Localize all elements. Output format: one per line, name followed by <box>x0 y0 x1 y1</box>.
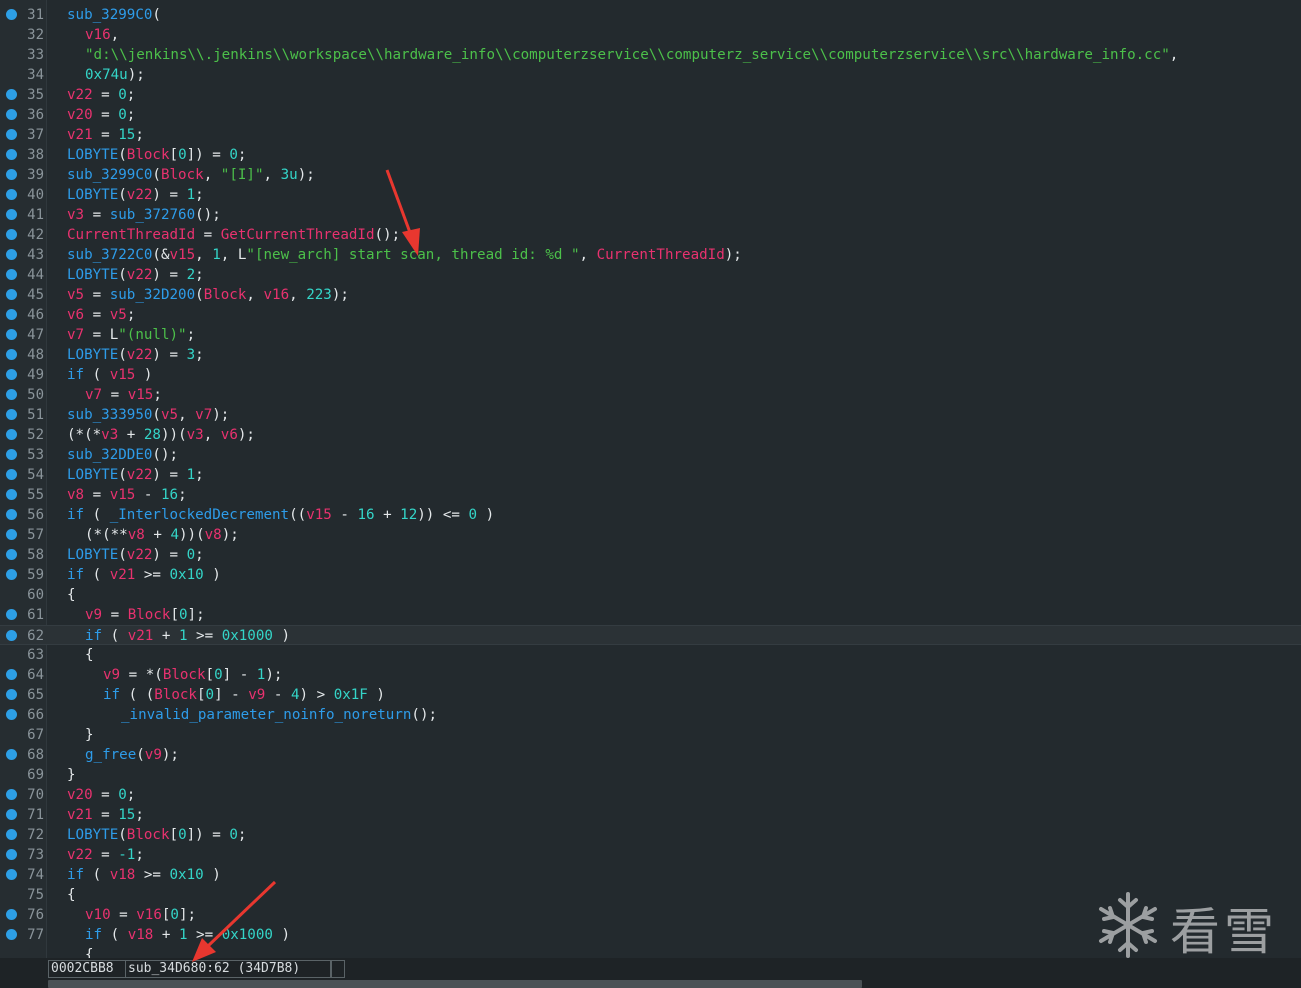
function-location-field: sub_34D680:62 (34D7B8) <box>125 960 331 978</box>
pseudocode-view[interactable]: 31 sub_3299C0(32 v16, 33 "d:\\jenkins\\.jenk… <box>0 0 1301 960</box>
status-empty-field <box>331 960 345 978</box>
address-field: 0002CBB8 <box>48 960 126 978</box>
annotation-arrows <box>385 169 420 256</box>
arrow-annotation-top <box>385 169 420 256</box>
horizontal-scrollbar[interactable] <box>48 980 862 988</box>
status-bar: 0002CBB8 sub_34D680:62 (34D7B8) <box>0 958 1301 980</box>
